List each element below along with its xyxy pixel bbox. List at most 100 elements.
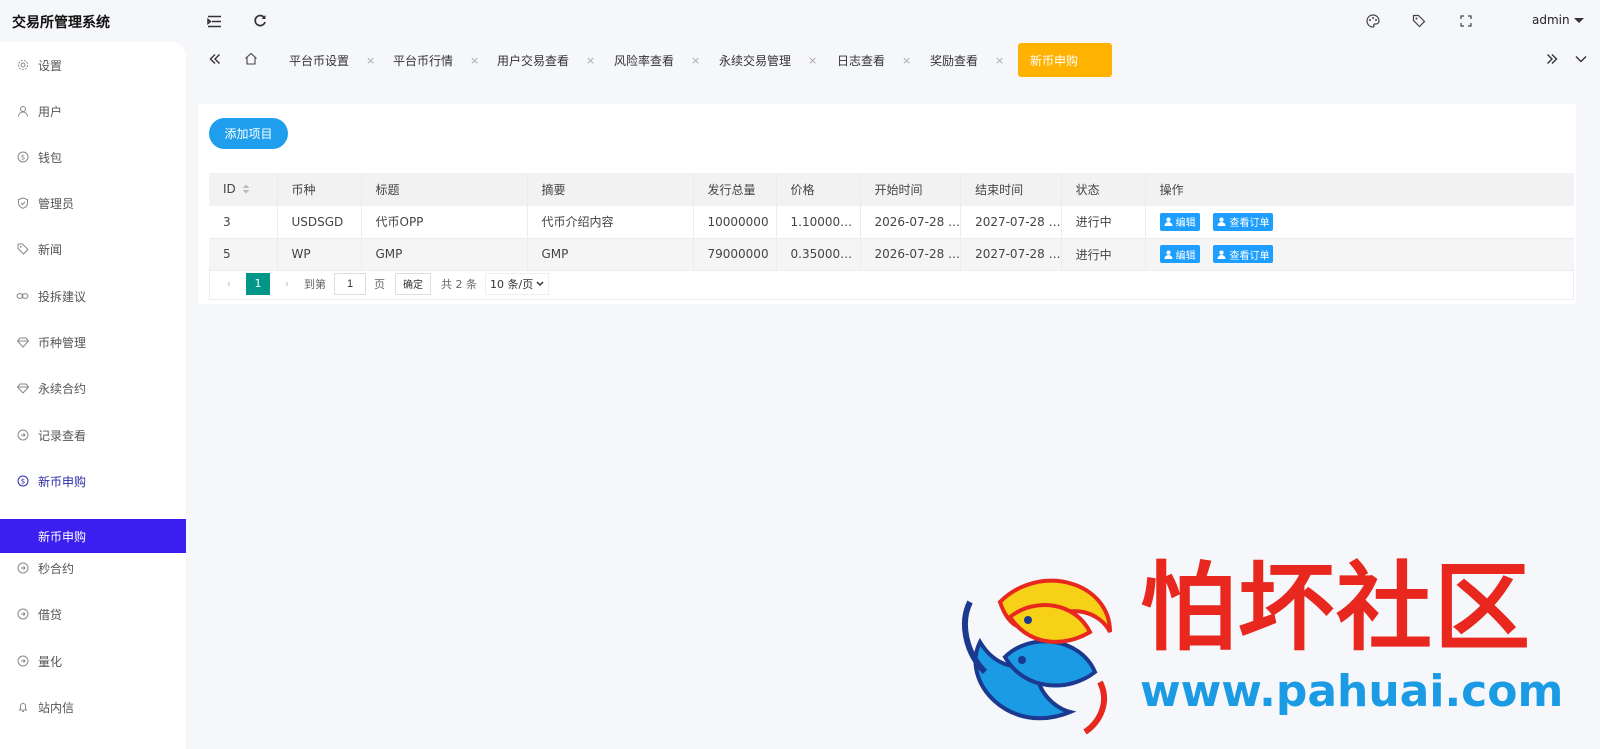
tab-label: 用户交易查看 [497,53,570,68]
menu-fold-icon[interactable] [203,10,225,32]
view-orders-button[interactable]: 查看订单 [1213,245,1274,263]
sidebar: 设置 用户 $ 钱包 管理员 新闻 投拆建议 币种管理 永续合约 记录查看 $ … [0,42,186,749]
app-title: 交易所管理系统 [12,15,110,31]
dollar-circle-icon: $ [16,151,29,164]
sidebar-item-perpetual[interactable]: 永续合约 [0,374,186,402]
column-header: 状态 [1061,173,1146,206]
view-orders-button[interactable]: 查看订单 [1213,212,1274,231]
sidebar-item-wallet[interactable]: $ 钱包 [0,143,186,171]
tab-rewards[interactable]: 奖励查看 × [930,43,1004,77]
prev-page-icon[interactable]: ‹ [218,277,240,290]
close-icon[interactable]: × [366,54,375,67]
data-table: ID 币种 标题 摘要 发行总量 价格 开始时间 结束时间 状态 操作 3 US… [209,173,1574,271]
page-size-select[interactable]: 10 条/页 [485,272,550,295]
sidebar-item-label: 设置 [38,58,63,73]
sidebar-subitem-new-coin[interactable]: 新币申购 [0,519,186,553]
sidebar-item-label: 借贷 [38,607,63,622]
sidebar-item-messages[interactable]: 站内信 [0,693,186,721]
record-icon [16,562,29,575]
column-header: 标题 [361,173,528,206]
theme-icon[interactable] [1362,10,1384,32]
sidebar-item-settings[interactable]: 设置 [0,51,186,79]
record-icon [16,429,29,442]
next-page-icon[interactable]: › [276,277,298,290]
refresh-icon[interactable] [249,10,271,32]
fullscreen-icon[interactable] [1455,10,1477,32]
tag-icon[interactable] [1408,10,1430,32]
sidebar-item-new-coin[interactable]: $ 新币申购 [0,467,186,495]
close-icon[interactable]: × [902,54,911,67]
tab-new-coin-subscription[interactable]: 新币申购 [1018,43,1112,77]
tab-perpetual-trades[interactable]: 永续交易管理 × [719,43,817,77]
tab-label: 永续交易管理 [719,53,792,68]
dollar-circle-icon: $ [16,475,29,488]
page-unit-label: 页 [374,277,385,291]
close-icon[interactable]: × [586,54,595,67]
tab-platform-coin-settings[interactable]: 平台币设置 × [289,43,375,77]
content-card: 添加项目 ID 币种 标题 摘要 发行总量 价格 开始时间 结束时间 状态 操作… [198,104,1576,304]
cell-title: GMP [361,238,528,271]
watermark-url: www.pahuai.com [1140,666,1564,717]
user-icon [1217,250,1226,259]
tabs-scroll-left-icon[interactable] [204,48,226,70]
column-header-id[interactable]: ID [209,173,278,206]
sidebar-item-label: 新币申购 [38,474,87,489]
cell-end: 2027-07-28 … [960,238,1062,271]
tab-platform-coin-market[interactable]: 平台币行情 × [393,43,479,77]
edit-button[interactable]: 编辑 [1159,212,1200,231]
sidebar-item-news[interactable]: 新闻 [0,235,186,263]
caret-down-icon [1573,17,1584,23]
user-menu[interactable]: admin [1532,13,1584,27]
sidebar-item-quant[interactable]: 量化 [0,647,186,675]
column-header: 开始时间 [860,173,962,206]
sidebar-item-admins[interactable]: 管理员 [0,189,186,217]
cell-actions: 编辑 查看订单 [1145,206,1574,239]
home-icon [244,52,258,68]
sidebar-item-label: 币种管理 [38,335,87,350]
tab-logs[interactable]: 日志查看 × [837,43,911,77]
sidebar-item-loan[interactable]: 借贷 [0,600,186,628]
sort-icon[interactable] [242,183,250,197]
link-icon [16,290,29,303]
tabs-scroll-right-icon[interactable] [1541,48,1563,70]
sidebar-item-label: 新闻 [38,242,63,257]
edit-button[interactable]: 编辑 [1159,245,1200,263]
cell-start: 2026-07-28 … [860,238,962,271]
cell-coin: USDSGD [277,206,362,239]
column-header: 发行总量 [693,173,777,206]
sidebar-item-feedback[interactable]: 投拆建议 [0,282,186,310]
add-project-button[interactable]: 添加项目 [209,118,288,149]
record-icon [16,608,29,621]
cell-coin: WP [277,238,362,271]
tab-user-trades[interactable]: 用户交易查看 × [497,43,595,77]
cell-title: 代币OPP [361,206,528,239]
tab-home[interactable] [244,43,258,77]
sidebar-item-label: 钱包 [38,150,63,165]
sidebar-item-records[interactable]: 记录查看 [0,421,186,449]
status-badge: 进行中 [1061,206,1146,239]
tabs-dropdown-icon[interactable] [1570,48,1592,70]
cell-summary: GMP [527,238,694,271]
user-icon [16,105,29,118]
close-icon[interactable]: × [691,54,700,67]
cell-id: 3 [209,206,278,239]
close-icon[interactable]: × [995,54,1004,67]
tab-label: 日志查看 [837,53,886,68]
column-header: 价格 [776,173,861,206]
cell-summary: 代币介绍内容 [527,206,694,239]
page-jump-input[interactable] [334,272,366,295]
goto-label: 到第 [304,277,326,291]
page-number-current[interactable]: 1 [246,272,270,295]
top-header: 交易所管理系统 admin [0,0,1600,42]
table-row: 3 USDSGD 代币OPP 代币介绍内容 10000000 1.10000… … [209,206,1574,239]
tab-risk-rate[interactable]: 风险率查看 × [614,43,700,77]
close-icon[interactable]: × [470,54,479,67]
confirm-page-button[interactable]: 确定 [395,272,431,295]
column-header: 币种 [277,173,362,206]
sidebar-item-coin-management[interactable]: 币种管理 [0,328,186,356]
sidebar-item-users[interactable]: 用户 [0,97,186,125]
cell-total: 79000000 [693,238,777,271]
sidebar-item-label: 量化 [38,654,63,669]
sidebar-item-second-contract[interactable]: 秒合约 [0,554,186,582]
close-icon[interactable]: × [808,54,817,67]
